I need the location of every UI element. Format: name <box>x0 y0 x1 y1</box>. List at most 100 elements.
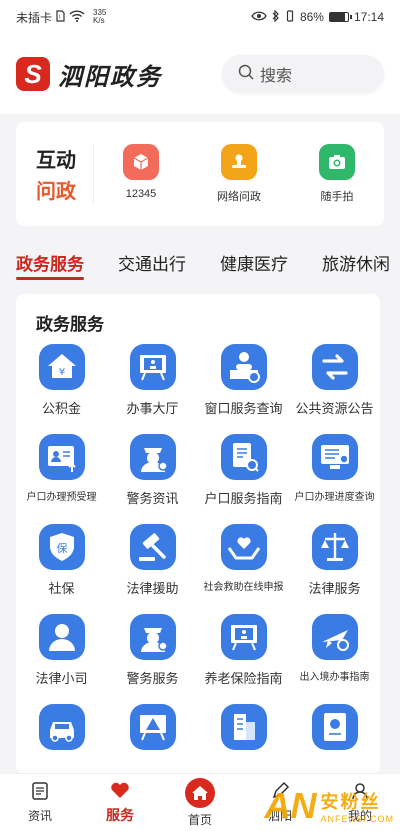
logo-mark: S <box>16 57 50 91</box>
exchange-arrows-icon <box>311 344 358 390</box>
battery-percent: 86% <box>299 10 324 24</box>
service-item-label: 户口办理预受理 <box>26 492 97 503</box>
bluetooth-icon <box>272 9 280 25</box>
police-officer-icon <box>129 434 176 480</box>
svg-text:!: ! <box>59 15 61 21</box>
service-item-label: 社保 <box>48 581 75 596</box>
search-placeholder: 搜索 <box>260 68 293 85</box>
tab-tourism-leisure[interactable]: 旅游休闲 <box>322 236 390 288</box>
service-item[interactable]: 保社保 <box>16 524 107 614</box>
service-item[interactable]: 公共资源公告 <box>289 344 380 434</box>
gavel-icon <box>129 524 176 570</box>
service-item-label: 公共资源公告 <box>295 401 374 416</box>
box-icon <box>123 144 159 180</box>
online-inquiry-button[interactable]: 网络问政 <box>217 144 261 204</box>
monitor-search-icon <box>311 434 358 480</box>
service-item-label: 法律小司 <box>35 671 88 686</box>
category-tabs: 政务服务 交通出行 健康医疗 旅游休闲 <box>0 236 400 288</box>
clock: 17:14 <box>353 10 384 24</box>
app-name: 泗阳政务 <box>58 61 162 91</box>
service-item-label: 窗口服务查询 <box>204 401 283 416</box>
tab-transportation[interactable]: 交通出行 <box>118 236 186 288</box>
service-item[interactable]: 户口服务指南 <box>198 434 289 524</box>
service-item[interactable] <box>198 704 289 774</box>
airplane-icon <box>311 614 358 660</box>
watermark-logo: AN 安粉丝 ANFENSI.COM <box>264 785 394 826</box>
service-item[interactable] <box>289 704 380 774</box>
panel-title: 政务服务 <box>36 315 104 334</box>
interaction-card: 互动 问政 12345 网络问政 随手拍 <box>16 122 384 226</box>
certificate-icon <box>311 704 358 750</box>
app-logo: S 泗阳政务 <box>16 57 162 92</box>
person-icon <box>38 614 85 660</box>
service-item-label: 警务服务 <box>126 671 179 686</box>
vibrate-icon <box>285 9 295 25</box>
shield-bao-icon: 保 <box>38 524 85 570</box>
car-icon <box>38 704 85 750</box>
interaction-title: 互动 问政 <box>16 144 94 204</box>
service-item[interactable]: 法律小司 <box>16 614 107 704</box>
search-box[interactable]: 搜索 <box>222 55 384 93</box>
building-icon <box>220 704 267 750</box>
hands-heart-icon <box>220 524 267 570</box>
status-bar: 未插卡 ! 335 K/s 86% 17:14 <box>0 0 400 34</box>
service-item[interactable]: ¥ 公积金 <box>16 344 107 434</box>
svg-text:保: 保 <box>56 541 67 555</box>
wifi-icon <box>69 9 85 25</box>
eye-icon <box>251 10 267 24</box>
hall-board-icon <box>129 344 176 390</box>
service-desk-icon <box>220 344 267 390</box>
service-item-label: 户口服务指南 <box>204 491 283 506</box>
service-panel: 政务服务 ¥ 公积金 办事大厅 窗口服务查询 公共资源公告户口办理预受理 警务资讯 户口服务… <box>16 294 380 774</box>
service-item[interactable]: 法律援助 <box>107 524 198 614</box>
warning-board-icon <box>129 704 176 750</box>
nav-home[interactable]: 首页 <box>160 774 240 831</box>
service-item[interactable]: 警务资讯 <box>107 434 198 524</box>
service-item[interactable] <box>16 704 107 774</box>
id-card-upload-icon <box>38 434 85 480</box>
battery-icon <box>328 12 352 22</box>
search-icon <box>238 64 254 85</box>
sim-icon: ! <box>56 9 65 25</box>
service-grid: ¥ 公积金 办事大厅 窗口服务查询 公共资源公告户口办理预受理 警务资讯 户口服务指南 户口办… <box>16 344 380 774</box>
service-item-label: 社会救助在线申报 <box>203 582 284 593</box>
service-item-label: 办事大厅 <box>126 401 179 416</box>
snapshot-report-button[interactable]: 随手拍 <box>319 144 355 204</box>
stamp-icon <box>221 144 257 180</box>
service-item[interactable]: 法律服务 <box>289 524 380 614</box>
police-officer-icon <box>129 614 176 660</box>
hotline-12345-button[interactable]: 12345 <box>123 144 159 204</box>
app-header: S 泗阳政务 搜索 <box>0 34 400 114</box>
house-yuan-icon: ¥ <box>38 344 85 390</box>
service-item[interactable]: 出入境办事指南 <box>289 614 380 704</box>
network-speed: 335 K/s <box>93 8 107 25</box>
service-item[interactable]: 窗口服务查询 <box>198 344 289 434</box>
tab-health-medical[interactable]: 健康医疗 <box>220 236 288 288</box>
service-item[interactable]: 社会救助在线申报 <box>198 524 289 614</box>
service-item[interactable] <box>107 704 198 774</box>
tab-government-services[interactable]: 政务服务 <box>16 236 84 288</box>
service-item-label: 警务资讯 <box>126 491 179 506</box>
service-item-label: 公积金 <box>41 401 81 416</box>
service-item-label: 户口办理进度查询 <box>294 492 375 503</box>
carrier-text: 未插卡 <box>16 10 53 25</box>
service-item[interactable]: 户口办理预受理 <box>16 434 107 524</box>
document-search-icon <box>220 434 267 480</box>
service-item-label: 养老保险指南 <box>204 671 283 686</box>
nav-services[interactable]: 服务 <box>80 774 160 831</box>
service-item[interactable]: 养老保险指南 <box>198 614 289 704</box>
home-icon <box>185 777 215 808</box>
news-icon <box>30 781 50 804</box>
service-item-label: 出入境办事指南 <box>299 672 370 683</box>
service-item[interactable]: 办事大厅 <box>107 344 198 434</box>
service-item[interactable]: 警务服务 <box>107 614 198 704</box>
elder-board-icon <box>220 614 267 660</box>
camera-icon <box>319 144 355 180</box>
heart-icon <box>110 781 130 802</box>
service-item-label: 法律服务 <box>308 581 361 596</box>
service-item[interactable]: 户口办理进度查询 <box>289 434 380 524</box>
service-item-label: 法律援助 <box>126 581 179 596</box>
nav-news[interactable]: 资讯 <box>0 774 80 831</box>
scales-icon <box>311 524 358 570</box>
svg-text:¥: ¥ <box>58 367 64 378</box>
